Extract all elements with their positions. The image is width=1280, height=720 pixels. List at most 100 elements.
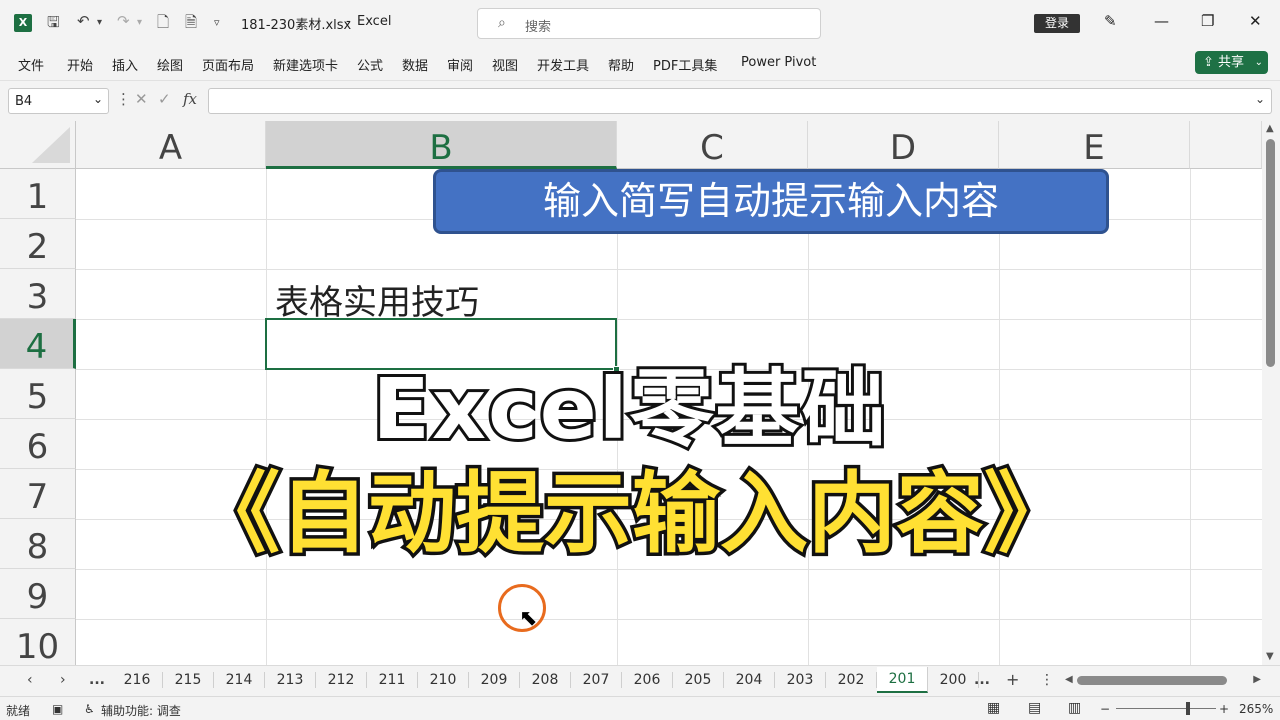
print-preview-icon[interactable]: 🗎 bbox=[185, 12, 197, 37]
row-header-2[interactable]: 2 bbox=[0, 219, 76, 269]
sheet-overflow-left[interactable]: ... bbox=[89, 672, 105, 688]
scroll-left-icon[interactable]: ◀ bbox=[1065, 674, 1073, 685]
status-bar: 就绪 ▣ ♿ 辅助功能: 调查 ▦ ▤ ▥ − + 265% bbox=[0, 696, 1280, 720]
next-sheet-icon[interactable]: › bbox=[60, 672, 66, 688]
row-header-8[interactable]: 8 bbox=[0, 519, 76, 569]
prev-sheet-icon[interactable]: ‹ bbox=[27, 672, 33, 688]
add-sheet-button[interactable]: + bbox=[1006, 670, 1019, 689]
sheet-tab[interactable]: 216 bbox=[112, 672, 163, 688]
sheet-tab[interactable]: 210 bbox=[418, 672, 469, 688]
scroll-down-icon[interactable]: ▼ bbox=[1266, 651, 1274, 662]
minimize-icon[interactable]: — bbox=[1154, 12, 1169, 30]
accessibility-status[interactable]: 辅助功能: 调查 bbox=[101, 702, 181, 719]
enter-icon[interactable]: ✓ bbox=[158, 90, 171, 108]
tab-power-pivot[interactable]: Power Pivot bbox=[741, 55, 816, 70]
column-header-a[interactable]: A bbox=[76, 121, 266, 169]
scroll-right-icon[interactable]: ▶ bbox=[1253, 674, 1261, 685]
customize-toolbar-icon[interactable]: ▿ bbox=[214, 16, 220, 29]
sheet-tab[interactable]: 213 bbox=[265, 672, 316, 688]
column-header-e[interactable]: E bbox=[999, 121, 1190, 169]
tab-file[interactable]: 文件 bbox=[18, 55, 44, 74]
login-button[interactable]: 登录 bbox=[1034, 14, 1080, 33]
sheet-tab[interactable]: 209 bbox=[469, 672, 520, 688]
zoom-in-icon[interactable]: + bbox=[1219, 702, 1229, 716]
row-header-1[interactable]: 1 bbox=[0, 169, 76, 219]
sheet-tab[interactable]: 206 bbox=[622, 672, 673, 688]
share-button[interactable]: ⇪ 共享 ⌄ bbox=[1195, 51, 1268, 74]
vertical-scrollbar[interactable]: ▲ ▼ bbox=[1262, 121, 1280, 665]
tab-formulas[interactable]: 公式 bbox=[357, 55, 383, 74]
column-header-f[interactable] bbox=[1190, 121, 1262, 169]
sheet-tab[interactable]: 211 bbox=[367, 672, 418, 688]
undo-icon[interactable]: ↶ bbox=[77, 12, 90, 30]
row-header-10[interactable]: 10 bbox=[0, 619, 76, 665]
sheet-tab[interactable]: 215 bbox=[163, 672, 214, 688]
row-header-4[interactable]: 4 bbox=[0, 319, 76, 369]
horizontal-scrollbar[interactable]: ◀ ▶ bbox=[1065, 674, 1261, 688]
more-options-icon[interactable]: ⋮ bbox=[1040, 672, 1054, 688]
redo-dropdown-icon[interactable]: ▾ bbox=[137, 17, 142, 28]
title-bar: X 🖫 ↶ ▾ ↷ ▾ 🗋 🗎 ▿ 181-230素材.xlsx - Excel… bbox=[0, 0, 1280, 46]
save-icon[interactable]: 🖫 bbox=[47, 12, 60, 37]
tab-draw[interactable]: 绘图 bbox=[157, 55, 183, 74]
tab-developer[interactable]: 开发工具 bbox=[537, 55, 589, 74]
normal-view-icon[interactable]: ▦ bbox=[987, 700, 1000, 716]
tab-insert[interactable]: 插入 bbox=[112, 55, 138, 74]
tab-view[interactable]: 视图 bbox=[492, 55, 518, 74]
row-header-7[interactable]: 7 bbox=[0, 469, 76, 519]
sheet-tab[interactable]: 212 bbox=[316, 672, 367, 688]
tab-data[interactable]: 数据 bbox=[402, 55, 428, 74]
formula-input[interactable]: ⌄ bbox=[208, 88, 1272, 114]
sheet-tab[interactable]: 207 bbox=[571, 672, 622, 688]
insert-function-icon[interactable]: fx bbox=[183, 90, 197, 108]
tab-page-layout[interactable]: 页面布局 bbox=[202, 55, 254, 74]
tab-home[interactable]: 开始 bbox=[67, 55, 93, 74]
tab-new-tab[interactable]: 新建选项卡 bbox=[273, 55, 338, 74]
macro-record-icon[interactable]: ▣ bbox=[52, 702, 63, 716]
expand-formula-icon[interactable]: ⌄ bbox=[1255, 92, 1265, 106]
column-header-b[interactable]: B bbox=[266, 121, 617, 169]
row-header-5[interactable]: 5 bbox=[0, 369, 76, 419]
row-header-6[interactable]: 6 bbox=[0, 419, 76, 469]
cancel-icon[interactable]: ✕ bbox=[135, 90, 148, 108]
select-all-corner[interactable] bbox=[0, 121, 76, 169]
vertical-scroll-thumb[interactable] bbox=[1266, 139, 1275, 367]
name-box[interactable]: B4 ⌄ bbox=[8, 88, 109, 114]
scroll-up-icon[interactable]: ▲ bbox=[1266, 123, 1274, 134]
pen-icon[interactable]: ✎ bbox=[1104, 12, 1117, 30]
zoom-slider[interactable] bbox=[1116, 708, 1216, 709]
zoom-out-icon[interactable]: − bbox=[1100, 702, 1110, 716]
tab-help[interactable]: 帮助 bbox=[608, 55, 634, 74]
sheet-tab[interactable]: 204 bbox=[724, 672, 775, 688]
sheet-tab[interactable]: 202 bbox=[826, 672, 877, 688]
accessibility-icon: ♿ bbox=[84, 702, 95, 716]
horizontal-scroll-thumb[interactable] bbox=[1077, 676, 1227, 685]
page-layout-view-icon[interactable]: ▤ bbox=[1028, 700, 1041, 716]
sheet-tab[interactable]: 214 bbox=[214, 672, 265, 688]
new-file-icon[interactable]: 🗋 bbox=[157, 12, 169, 37]
sheet-tab[interactable]: 208 bbox=[520, 672, 571, 688]
close-icon[interactable]: ✕ bbox=[1249, 12, 1262, 30]
tab-pdf-tools[interactable]: PDF工具集 bbox=[653, 55, 717, 74]
column-header-c[interactable]: C bbox=[617, 121, 808, 169]
sheet-tab[interactable]: 203 bbox=[775, 672, 826, 688]
more-options-icon[interactable]: ⋮ bbox=[116, 90, 131, 108]
sheet-tab-active[interactable]: 201 bbox=[877, 667, 928, 693]
zoom-level[interactable]: 265% bbox=[1239, 702, 1273, 716]
cell-b3[interactable]: 表格实用技巧 bbox=[275, 275, 479, 324]
zoom-slider-thumb[interactable] bbox=[1186, 702, 1190, 715]
page-break-view-icon[interactable]: ▥ bbox=[1068, 700, 1081, 716]
redo-icon[interactable]: ↷ bbox=[117, 12, 130, 30]
worksheet-grid[interactable]: A B C D E 1 2 3 4 5 6 7 8 9 10 表格实用技巧 输入… bbox=[0, 121, 1262, 665]
row-header-9[interactable]: 9 bbox=[0, 569, 76, 619]
sheet-tab[interactable]: 200 bbox=[928, 672, 979, 688]
ready-status: 就绪 bbox=[6, 704, 31, 718]
row-header-3[interactable]: 3 bbox=[0, 269, 76, 319]
search-box[interactable]: ⌕ 搜索 bbox=[477, 8, 821, 39]
column-header-d[interactable]: D bbox=[808, 121, 999, 169]
restore-icon[interactable]: ❐ bbox=[1201, 12, 1214, 30]
sheet-tab[interactable]: 205 bbox=[673, 672, 724, 688]
sheet-overflow-right[interactable]: ... bbox=[974, 672, 990, 688]
tab-review[interactable]: 审阅 bbox=[447, 55, 473, 74]
undo-dropdown-icon[interactable]: ▾ bbox=[97, 17, 102, 28]
